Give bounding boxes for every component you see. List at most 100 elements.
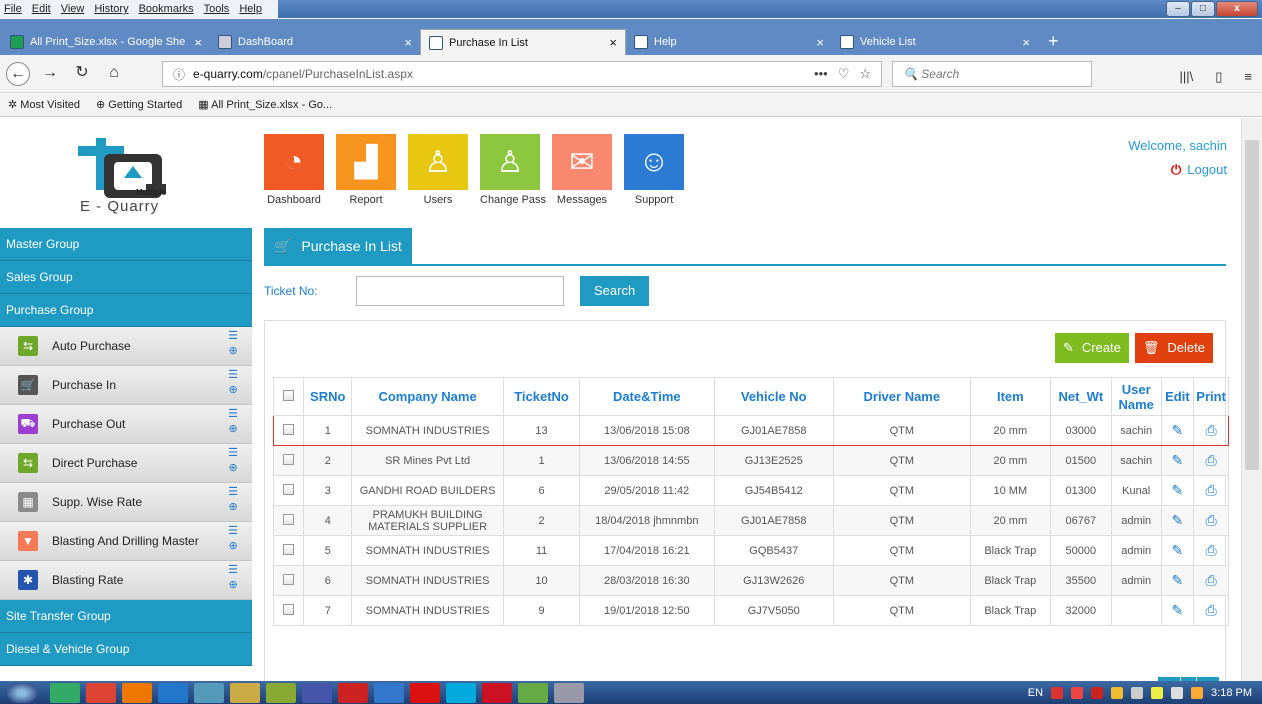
search-button[interactable]: Search — [580, 276, 650, 306]
edit-icon[interactable]: ✎ — [1172, 452, 1184, 468]
sidebar-item-purchase-in[interactable]: 🛒 Purchase In ☰ ⊕ — [0, 366, 252, 405]
list-icon[interactable]: ☰ — [228, 330, 238, 343]
row-checkbox[interactable] — [283, 603, 295, 615]
menu-item-tools[interactable]: Tools — [204, 3, 230, 15]
add-circle-icon[interactable]: ⊕ — [228, 384, 238, 397]
close-tab-icon[interactable]: × — [609, 35, 617, 50]
chrome-icon[interactable] — [86, 682, 116, 703]
edit-icon[interactable]: ✎ — [1172, 602, 1184, 618]
acrobat-icon[interactable] — [482, 682, 512, 703]
row-checkbox[interactable] — [283, 423, 295, 435]
list-icon[interactable]: ☰ — [228, 408, 238, 421]
list-icon[interactable]: ☰ — [228, 564, 238, 577]
list-icon[interactable]: ☰ — [228, 486, 238, 499]
bookmark-item[interactable]: ✲ Most Visited — [8, 98, 80, 111]
edit-icon[interactable]: ✎ — [1172, 542, 1184, 558]
print-icon[interactable]: ⎙ — [1205, 572, 1216, 588]
minimize-button[interactable]: – — [1166, 1, 1190, 17]
sidebar-icon[interactable]: ▯ — [1215, 69, 1222, 85]
sidebar-group-master-group[interactable]: Master Group — [0, 228, 252, 261]
reload-icon[interactable]: ↻ — [70, 62, 94, 86]
sidebar-group-purchase-group[interactable]: Purchase Group — [0, 294, 252, 327]
table-row[interactable]: 6 SOMNATH INDUSTRIES 10 28/03/2018 16:30 GJ1… — [272, 565, 1229, 596]
close-window-button[interactable]: x — [1216, 1, 1258, 17]
ie-icon[interactable] — [374, 682, 404, 703]
explorer-icon[interactable] — [50, 682, 80, 703]
home-icon[interactable]: ⌂ — [102, 62, 126, 86]
add-circle-icon[interactable]: ⊕ — [228, 540, 238, 553]
edit-icon[interactable]: ✎ — [1172, 512, 1184, 528]
start-button[interactable] — [0, 681, 44, 704]
app-green-icon[interactable] — [518, 682, 548, 703]
topnav-dashboard[interactable]: ◔ Dashboard — [264, 134, 324, 206]
search-input[interactable]: 🔍 Search — [892, 61, 1092, 87]
tab-purchase-in-list[interactable]: 🛒 Purchase In List — [264, 228, 412, 264]
browser-tab[interactable]: All Print_Size.xlsx - Google She × — [2, 29, 210, 55]
notepad-icon[interactable] — [230, 682, 260, 703]
topnav-report[interactable]: ▟ Report — [336, 134, 396, 206]
network-tray-icon[interactable] — [1171, 686, 1184, 699]
tray-icon[interactable] — [1151, 686, 1164, 699]
network-icon[interactable] — [194, 682, 224, 703]
print-icon[interactable]: ⎙ — [1205, 422, 1216, 438]
print-icon[interactable]: ⎙ — [1205, 512, 1216, 528]
info-icon[interactable]: ⓘ — [173, 66, 185, 83]
menu-item-file[interactable]: File — [4, 3, 22, 15]
table-row[interactable]: 3 GANDHI ROAD BUILDERS 6 29/05/2018 11:42 GJ… — [272, 475, 1229, 506]
word-icon[interactable] — [302, 682, 332, 703]
browser-tab[interactable]: DashBoard × — [210, 29, 420, 55]
create-button[interactable]: ✎ Create — [1054, 333, 1129, 363]
browser-tab[interactable]: Purchase In List × — [420, 29, 626, 55]
print-icon[interactable]: ⎙ — [1205, 542, 1216, 558]
app-red-icon[interactable] — [410, 682, 440, 703]
clock[interactable]: 3:18 PM — [1211, 687, 1252, 699]
app-grey-icon[interactable] — [554, 682, 584, 703]
new-tab-button[interactable]: + — [1038, 29, 1069, 55]
sidebar-item-blasting-and-drilling-master[interactable]: ▼ Blasting And Drilling Master ☰ ⊕ — [0, 522, 252, 561]
sidebar-item-supp-wise-rate[interactable]: ▦ Supp. Wise Rate ☰ ⊕ — [0, 483, 252, 522]
more-actions-icon[interactable]: ••• — [814, 66, 828, 82]
menu-item-view[interactable]: View — [61, 3, 85, 15]
language-indicator[interactable]: EN — [1028, 687, 1043, 699]
close-tab-icon[interactable]: × — [194, 35, 202, 50]
paint-icon[interactable] — [266, 682, 296, 703]
list-icon[interactable]: ☰ — [228, 447, 238, 460]
browser-tab[interactable]: Vehicle List × — [832, 29, 1038, 55]
row-checkbox[interactable] — [283, 543, 295, 555]
ticket-no-input[interactable] — [356, 276, 564, 306]
menu-item-edit[interactable]: Edit — [32, 3, 51, 15]
firefox-icon[interactable] — [122, 682, 152, 703]
logout-link[interactable]: ⏻ Logout — [1171, 162, 1227, 178]
forward-arrow-icon[interactable]: → — [38, 62, 62, 86]
row-checkbox[interactable] — [283, 513, 295, 525]
tray-icon[interactable] — [1191, 686, 1204, 699]
add-circle-icon[interactable]: ⊕ — [228, 462, 238, 475]
list-icon[interactable]: ☰ — [228, 369, 238, 382]
edit-icon[interactable]: ✎ — [1172, 422, 1184, 438]
table-row[interactable]: 1 SOMNATH INDUSTRIES 13 13/06/2018 15:08 GJ0… — [272, 415, 1229, 446]
sidebar-item-direct-purchase[interactable]: ⇆ Direct Purchase ☰ ⊕ — [0, 444, 252, 483]
topnav-support[interactable]: ☺ Support — [624, 134, 684, 206]
row-checkbox[interactable] — [283, 483, 295, 495]
print-icon[interactable]: ⎙ — [1205, 602, 1216, 618]
sidebar-item-auto-purchase[interactable]: ⇆ Auto Purchase ☰ ⊕ — [0, 327, 252, 366]
maximize-button[interactable]: □ — [1191, 1, 1215, 17]
select-all-checkbox[interactable] — [272, 377, 305, 416]
row-checkbox[interactable] — [283, 453, 295, 465]
volume-icon[interactable] — [1131, 686, 1144, 699]
menu-item-bookmarks[interactable]: Bookmarks — [139, 3, 194, 15]
bookmark-item[interactable]: ⊕ Getting Started — [96, 98, 182, 111]
bookmark-item[interactable]: ▦ All Print_Size.xlsx - Go... — [198, 98, 332, 111]
table-row[interactable]: 7 SOMNATH INDUSTRIES 9 19/01/2018 12:50 GJ7V… — [272, 595, 1229, 626]
checkbox[interactable] — [283, 390, 295, 401]
browser-tab[interactable]: Help × — [626, 29, 832, 55]
row-checkbox[interactable] — [283, 573, 295, 585]
tray-icon[interactable] — [1071, 686, 1084, 699]
close-tab-icon[interactable]: × — [816, 35, 824, 50]
scrollbar-thumb[interactable] — [1245, 140, 1259, 470]
table-row[interactable]: 5 SOMNATH INDUSTRIES 11 17/04/2018 16:21 GQB… — [272, 535, 1229, 566]
list-icon[interactable]: ☰ — [228, 525, 238, 538]
menu-item-help[interactable]: Help — [239, 3, 262, 15]
back-arrow-icon[interactable]: ← — [6, 61, 30, 86]
firefox-dev-icon[interactable] — [158, 682, 188, 703]
